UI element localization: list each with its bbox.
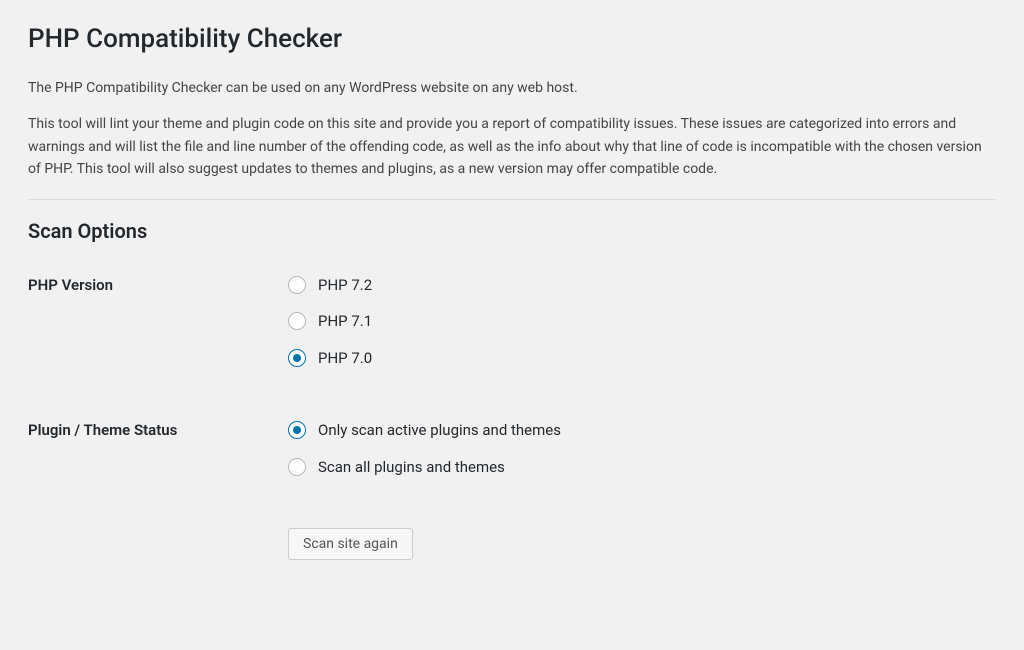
- php-version-label: PHP Version: [28, 274, 288, 384]
- php-version-option-71[interactable]: PHP 7.1: [288, 310, 996, 333]
- radio-icon-checked: [288, 349, 306, 367]
- plugin-status-label: Plugin / Theme Status: [28, 419, 288, 492]
- plugin-status-option-all[interactable]: Scan all plugins and themes: [288, 456, 996, 479]
- radio-label: PHP 7.0: [318, 347, 372, 370]
- scan-site-button[interactable]: Scan site again: [288, 528, 413, 560]
- radio-icon-checked: [288, 421, 306, 439]
- php-version-option-70[interactable]: PHP 7.0: [288, 347, 996, 370]
- php-version-options: PHP 7.2 PHP 7.1 PHP 7.0: [288, 274, 996, 384]
- radio-icon: [288, 276, 306, 294]
- radio-label: PHP 7.2: [318, 274, 372, 297]
- submit-row: Scan site again: [288, 528, 996, 560]
- php-version-row: PHP Version PHP 7.2 PHP 7.1 PHP 7.0: [28, 274, 996, 384]
- php-version-option-72[interactable]: PHP 7.2: [288, 274, 996, 297]
- scan-options-heading: Scan Options: [28, 216, 996, 246]
- radio-icon: [288, 312, 306, 330]
- plugin-status-option-active[interactable]: Only scan active plugins and themes: [288, 419, 996, 442]
- intro-paragraph-1: The PHP Compatibility Checker can be use…: [28, 77, 996, 99]
- intro-section: The PHP Compatibility Checker can be use…: [28, 77, 996, 181]
- intro-paragraph-2: This tool will lint your theme and plugi…: [28, 113, 996, 180]
- page-title: PHP Compatibility Checker: [28, 20, 996, 59]
- radio-label: Only scan active plugins and themes: [318, 419, 561, 442]
- radio-label: PHP 7.1: [318, 310, 372, 333]
- plugin-status-options: Only scan active plugins and themes Scan…: [288, 419, 996, 492]
- radio-label: Scan all plugins and themes: [318, 456, 505, 479]
- plugin-status-row: Plugin / Theme Status Only scan active p…: [28, 419, 996, 492]
- divider: [28, 199, 996, 200]
- radio-icon: [288, 458, 306, 476]
